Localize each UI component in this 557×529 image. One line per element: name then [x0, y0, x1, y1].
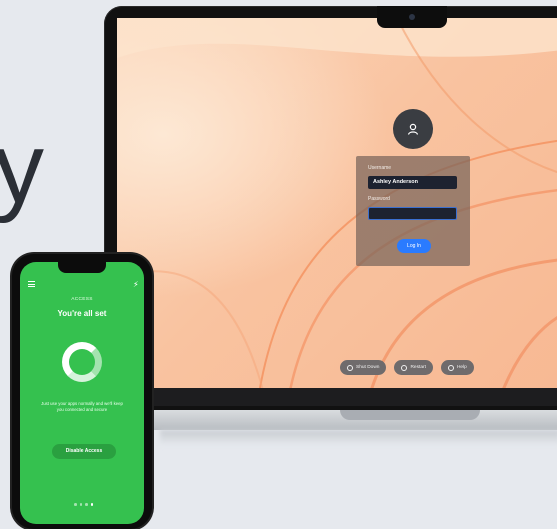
laptop-shadow: [160, 430, 557, 446]
wallpaper-waves: [117, 18, 557, 406]
laptop-base: [96, 410, 557, 430]
username-field[interactable]: Ashley Anderson: [368, 176, 457, 189]
page-dot: [79, 503, 82, 506]
user-icon: [407, 123, 419, 135]
bolt-icon: ⚡︎: [133, 280, 139, 289]
disable-access-button[interactable]: Disable Access: [52, 444, 116, 459]
page-indicator[interactable]: [74, 503, 93, 506]
username-label: Username: [368, 165, 392, 171]
laptop-base-lip: [340, 410, 480, 420]
restart-label: Restart: [410, 365, 426, 370]
login-button[interactable]: Log In: [397, 239, 431, 253]
phone-title: You're all set: [57, 309, 107, 318]
password-label: Password: [368, 196, 390, 202]
menu-icon[interactable]: [28, 281, 35, 289]
power-icon: [347, 364, 353, 371]
page-dot: [74, 503, 77, 506]
status-ring-icon: [62, 342, 102, 382]
help-label: Help: [456, 365, 467, 370]
phone-description: Just use your apps normally and we'll ke…: [41, 401, 123, 412]
shutdown-button[interactable]: Shut Down: [340, 360, 387, 375]
restart-icon: [401, 364, 408, 371]
promo-stage: y Username Ashley Anderson Password Log …: [0, 0, 557, 529]
help-icon: [447, 364, 454, 371]
shutdown-label: Shut Down: [356, 365, 380, 370]
restart-button[interactable]: Restart: [394, 360, 433, 375]
session-buttons: Shut Down Restart Help: [340, 360, 474, 375]
background-letter: y: [0, 112, 44, 224]
phone-header: ACCESS: [71, 297, 93, 302]
help-button[interactable]: Help: [440, 360, 474, 375]
phone-notch: [58, 262, 106, 273]
password-field[interactable]: [368, 207, 457, 220]
page-dot: [85, 503, 88, 506]
page-dot-active: [90, 503, 93, 506]
laptop-screen: [117, 18, 557, 406]
user-avatar: [393, 109, 433, 149]
camera-icon: [409, 14, 415, 20]
